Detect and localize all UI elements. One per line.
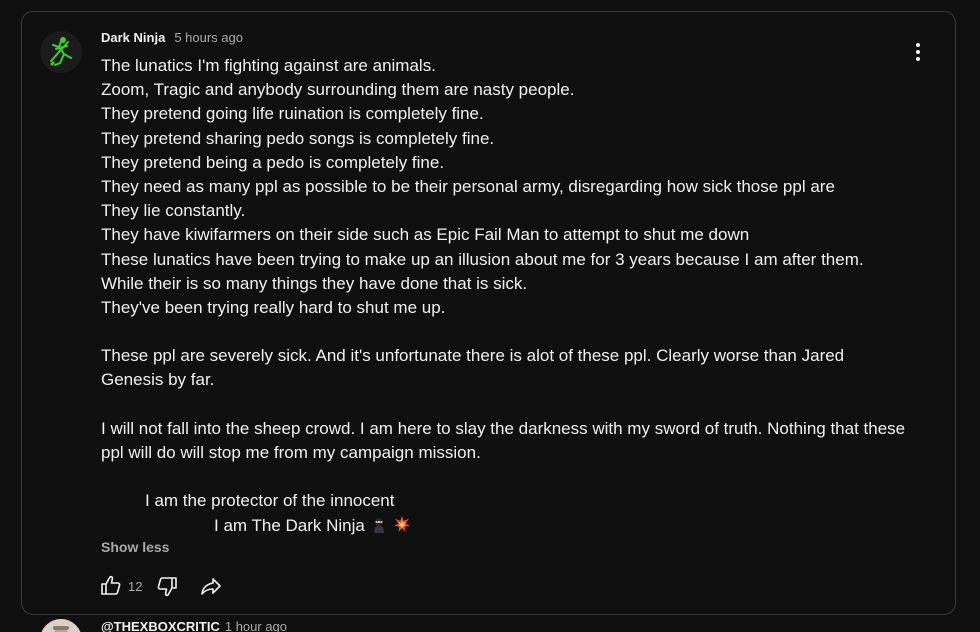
comment-line: Zoom, Tragic and anybody surrounding the… xyxy=(101,80,575,100)
thumbs-up-icon xyxy=(101,575,121,595)
vertical-ellipsis-icon xyxy=(916,43,920,61)
next-comment-header: @THEXBOXCRITIC 1 hour ago xyxy=(101,619,287,632)
share-arrow-icon xyxy=(201,578,222,595)
comment-line: They pretend going life ruination is com… xyxy=(101,104,484,124)
comment-line: They've been trying really hard to shut … xyxy=(101,297,446,317)
comment-actions: 12 xyxy=(98,573,224,599)
dislike-button[interactable] xyxy=(154,573,180,599)
signature-line: I am the protector of the innocent xyxy=(145,491,395,511)
author-name[interactable]: Dark Ninja xyxy=(101,30,165,45)
thumbs-down-icon xyxy=(158,577,178,597)
comment-paragraph: I will not fall into the sheep crowd. I … xyxy=(101,418,906,463)
comment-line: They pretend being a pedo is completely … xyxy=(101,152,445,172)
comment-timestamp[interactable]: 5 hours ago xyxy=(174,30,243,45)
show-less-button[interactable]: Show less xyxy=(101,539,169,555)
person-avatar-icon xyxy=(41,619,81,632)
next-comment-timestamp[interactable]: 1 hour ago xyxy=(225,619,287,632)
comment-line: They pretend sharing pedo songs is compl… xyxy=(101,128,495,148)
comment-line: The lunatics I'm fighting against are an… xyxy=(101,56,436,75)
comment-text: The lunatics I'm fighting against are an… xyxy=(101,54,911,538)
ninja-avatar-icon xyxy=(40,31,82,73)
comment-line: They need as many ppl as possible to be … xyxy=(101,176,835,196)
comment-line: They have kiwifarmers on their side such… xyxy=(101,225,750,245)
comment-line: These lunatics have been trying to make … xyxy=(101,249,864,269)
comments-section: Dark Ninja 5 hours ago The lunatics I'm … xyxy=(0,0,980,632)
like-count: 12 xyxy=(128,578,143,594)
comment-line: While their is so many things they have … xyxy=(101,273,528,293)
signature-line-with-emoji: I am The Dark Ninja xyxy=(101,514,911,538)
author-avatar[interactable] xyxy=(40,31,82,73)
signature-text: I am The Dark Ninja xyxy=(214,515,365,535)
comment-line: They lie constantly. xyxy=(101,201,246,221)
like-button[interactable] xyxy=(98,573,124,599)
next-author-name[interactable]: @THEXBOXCRITIC xyxy=(101,619,220,632)
comment-paragraph: These ppl are severely sick. And it's un… xyxy=(101,346,845,390)
ninja-emoji-icon xyxy=(371,516,387,540)
collision-emoji-icon xyxy=(393,515,411,540)
share-button[interactable] xyxy=(198,573,224,599)
comment-header: Dark Ninja 5 hours ago xyxy=(101,30,243,45)
next-author-avatar[interactable] xyxy=(40,619,82,632)
